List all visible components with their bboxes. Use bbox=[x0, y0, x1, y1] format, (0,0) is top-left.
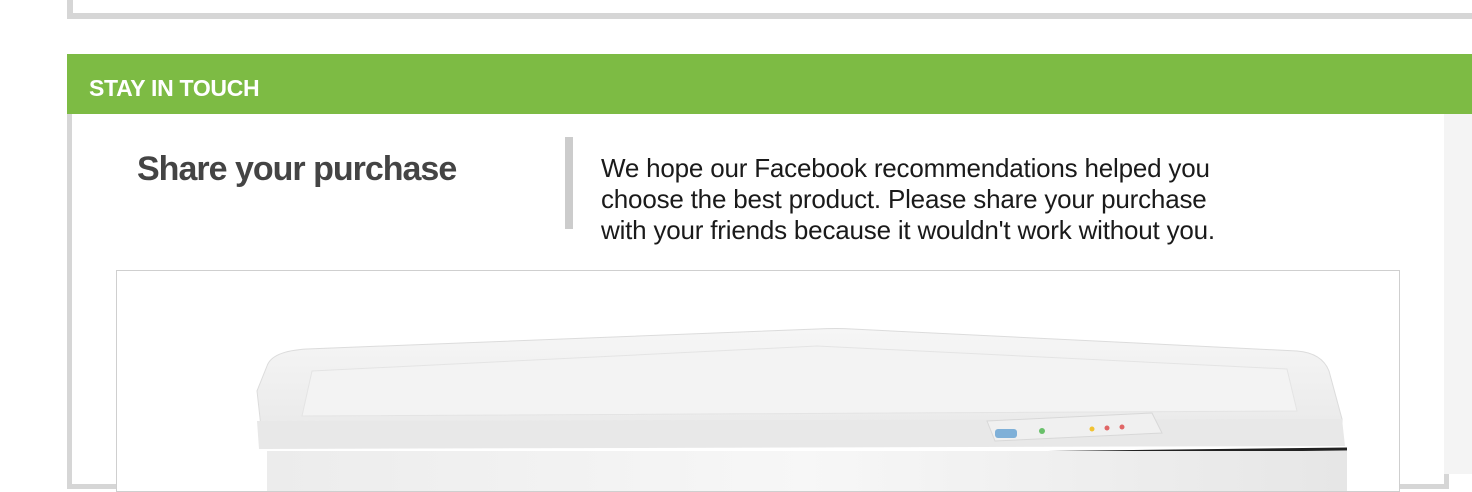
product-image-frame[interactable] bbox=[116, 270, 1400, 492]
share-purchase-title: Share your purchase bbox=[137, 150, 457, 188]
stay-in-touch-header: STAY IN TOUCH bbox=[67, 54, 1472, 114]
previous-section-box bbox=[67, 0, 1472, 19]
right-sidebar-strip bbox=[1444, 114, 1472, 474]
share-description-line: We hope our Facebook recommendations hel… bbox=[601, 153, 1210, 183]
share-description-line: choose the best product. Please share yo… bbox=[601, 184, 1207, 214]
share-description-line: with your friends because it wouldn't wo… bbox=[601, 215, 1215, 245]
section-title: STAY IN TOUCH bbox=[89, 75, 260, 101]
freezer-image bbox=[256, 328, 1348, 491]
vertical-divider bbox=[565, 137, 573, 229]
share-description: We hope our Facebook recommendations hel… bbox=[601, 153, 1421, 246]
